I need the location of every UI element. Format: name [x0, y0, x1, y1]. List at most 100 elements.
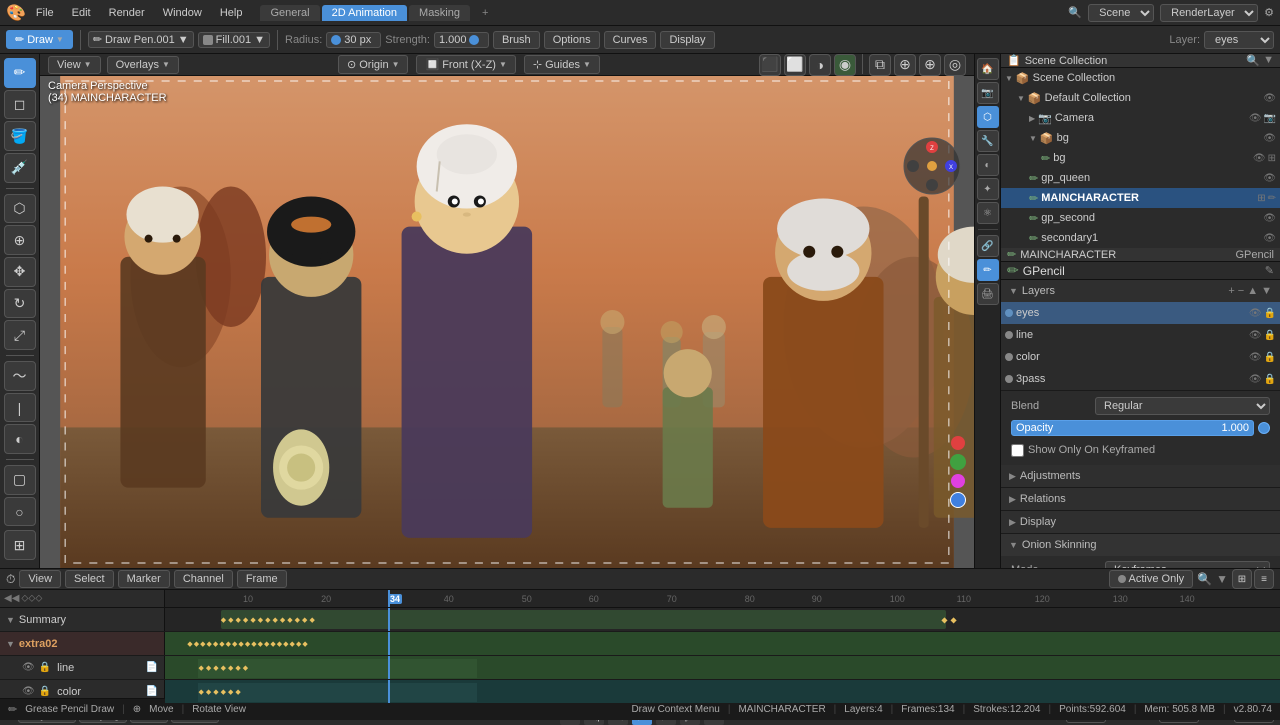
bg-vis-icon[interactable]: 👁 — [1263, 133, 1276, 144]
material-btn[interactable]: ◐ — [977, 154, 999, 176]
layer-remove-icon[interactable]: − — [1238, 285, 1244, 297]
outliner-maincharacter[interactable]: ✏ MAINCHARACTER ⊞ ✏ — [1001, 188, 1280, 208]
queen-vis-icon[interactable]: 👁 — [1263, 173, 1276, 184]
brush-btn[interactable]: Brush — [493, 31, 540, 49]
layer-add-icon[interactable]: + — [1228, 285, 1234, 297]
3pass-lock-icon[interactable]: 🔒 — [1264, 374, 1276, 385]
onion-header[interactable]: ▼ Onion Skinning — [1001, 534, 1280, 556]
view-axis-btn[interactable]: 🔲 Front (X-Z) ▼ — [416, 55, 515, 74]
layer-line[interactable]: line 👁 🔒 — [1001, 324, 1280, 346]
layer-3pass[interactable]: 3pass 👁 🔒 — [1001, 368, 1280, 390]
layer-selector[interactable]: eyes — [1204, 31, 1274, 49]
bg-sub-extra[interactable]: ⊞ — [1268, 153, 1276, 164]
constraints-btn[interactable]: 🔗 — [977, 235, 999, 257]
relations-header[interactable]: ▶ Relations — [1001, 488, 1280, 510]
outliner-default-collection[interactable]: ▼ 📦 Default Collection 👁 — [1001, 88, 1280, 108]
color-vis-icon[interactable]: 👁 — [22, 686, 35, 697]
scale-btn[interactable]: ⤢ — [4, 320, 36, 350]
extra02-content[interactable]: ◆◆◆◆◆◆◆◆◆◆◆◆◆◆◆◆◆◆◆ — [165, 632, 1280, 655]
pen-selector[interactable]: ✏ Draw Pen.001 ▼ — [88, 31, 194, 48]
object-data-btn[interactable]: ✏ — [977, 259, 999, 281]
output-btn[interactable]: 🖨 — [977, 283, 999, 305]
outliner-gp-second[interactable]: ✏ gp_second 👁 — [1001, 208, 1280, 228]
outliner-secondary1[interactable]: ✏ secondary1 👁 — [1001, 228, 1280, 248]
tl-view-icon2[interactable]: ≡ — [1254, 569, 1274, 589]
color-vis-icon[interactable]: 👁 — [1249, 352, 1262, 363]
layer-move-up-icon[interactable]: ▲ — [1247, 285, 1258, 297]
outliner-bg-sub[interactable]: ✏ bg 👁 ⊞ — [1001, 148, 1280, 168]
particles-btn[interactable]: ✦ — [977, 178, 999, 200]
curves-btn[interactable]: Curves — [604, 31, 657, 49]
proportional-toggle[interactable]: ◎ — [944, 54, 966, 76]
color-dot-green[interactable] — [950, 454, 966, 470]
summary-expand-icon[interactable]: ▼ — [6, 615, 15, 625]
timeline-frame-btn[interactable]: Frame — [237, 570, 287, 588]
active-only-btn[interactable]: Active Only — [1109, 570, 1194, 588]
second-vis-icon[interactable]: 👁 — [1263, 213, 1276, 224]
ruler-marks-area[interactable]: 10 20 34 40 50 60 70 80 90 100 110 120 1… — [165, 590, 1280, 607]
eye-vis-icon[interactable]: 👁 — [1249, 308, 1262, 319]
color-dot-blue[interactable] — [950, 492, 966, 508]
line-vis-icon[interactable]: 👁 — [22, 662, 35, 673]
overlay-toggle[interactable]: ⧉ — [869, 54, 891, 76]
menu-file[interactable]: File — [28, 5, 62, 21]
outliner-search-icon[interactable]: 🔍 — [1246, 54, 1260, 67]
opacity-keyframe-btn[interactable] — [1258, 422, 1270, 434]
erase-tool-btn[interactable]: ◻ — [4, 90, 36, 120]
viewport-canvas[interactable]: Camera Perspective (34) MAINCHARACTER Z … — [40, 76, 974, 568]
summary-content[interactable]: ◆◆◆◆◆◆◆◆◆◆◆◆◆ ◆ ◆ — [165, 608, 1280, 631]
display-btn[interactable]: Display — [660, 31, 714, 49]
eye-lock-icon[interactable]: 🔒 — [1264, 308, 1276, 319]
overlays-btn[interactable]: Overlays ▼ — [107, 56, 179, 74]
color-lock-icon[interactable]: 🔒 — [1264, 352, 1276, 363]
shading-solid-btn[interactable]: ⬛ — [759, 54, 781, 76]
rotate-btn[interactable]: ↻ — [4, 289, 36, 319]
draw-tool-btn[interactable]: ✏ — [4, 58, 36, 88]
timeline-view-btn[interactable]: View — [19, 570, 61, 588]
render-layer-selector[interactable]: RenderLayer — [1160, 4, 1258, 22]
menu-edit[interactable]: Edit — [64, 5, 99, 21]
color-dot-red[interactable] — [951, 436, 965, 450]
gpencil-section-edit[interactable]: ✎ — [1265, 264, 1274, 277]
physics-btn[interactable]: ⚛ — [977, 202, 999, 224]
gizmo-toggle[interactable]: ⊕ — [894, 54, 916, 76]
origin-btn[interactable]: ⊙ Origin ▼ — [338, 55, 408, 74]
menu-render[interactable]: Render — [101, 5, 153, 21]
view-menu-btn[interactable]: View ▼ — [48, 56, 101, 74]
nav-gizmo[interactable]: Z X — [902, 136, 962, 196]
outliner-scene-collection[interactable]: ▼ 📦 Scene Collection — [1001, 68, 1280, 88]
draw-mode-btn[interactable]: ✏ Draw ▼ — [6, 30, 73, 49]
bg-sub-vis[interactable]: 👁 — [1253, 153, 1266, 164]
modifiers-btn[interactable]: 🔧 — [977, 130, 999, 152]
opacity-field[interactable]: Opacity 1.000 — [1011, 420, 1254, 436]
mode-selector[interactable]: Keyframes — [1105, 561, 1270, 568]
tab-2d-animation[interactable]: 2D Animation — [322, 5, 407, 21]
shading-render-btn[interactable]: ◑ — [809, 54, 831, 76]
camera-render-icon[interactable]: 📷 — [1264, 113, 1276, 124]
outliner-camera[interactable]: ▶ 📷 Camera 👁 📷 — [1001, 108, 1280, 128]
layer-color[interactable]: color 👁 🔒 — [1001, 346, 1280, 368]
timeline-filter-icon[interactable]: ▼ — [1216, 572, 1228, 586]
options-btn[interactable]: Options — [544, 31, 600, 49]
shading-mat-btn[interactable]: ⬜ — [784, 54, 806, 76]
cursor-btn[interactable]: ⊕ — [4, 225, 36, 255]
color-dot-pink[interactable] — [951, 474, 965, 488]
timeline-select-btn[interactable]: Select — [65, 570, 114, 588]
fill-tool-btn[interactable]: 🪣 — [4, 121, 36, 151]
rect-btn[interactable]: ▢ — [4, 465, 36, 495]
adjustments-header[interactable]: ▶ Adjustments — [1001, 465, 1280, 487]
outliner-filter-icon[interactable]: ▼ — [1263, 54, 1274, 67]
color-lock-icon[interactable]: 🔒 — [39, 686, 51, 697]
strength-btn[interactable]: ◐ — [4, 424, 36, 454]
layer-move-down-icon[interactable]: ▼ — [1261, 285, 1272, 297]
show-keyframed-checkbox[interactable] — [1011, 444, 1024, 457]
mainchar-vis-icon[interactable]: ⊞ — [1257, 193, 1265, 204]
line-content[interactable]: ◆◆◆◆◆◆◆ — [165, 656, 1280, 679]
sec1-vis-icon[interactable]: 👁 — [1263, 233, 1276, 244]
guides-btn[interactable]: ⊹ Guides ▼ — [524, 55, 600, 74]
layers-header[interactable]: ▼ Layers + − ▲ ▼ — [1001, 280, 1280, 302]
radius-input[interactable]: 30 px — [326, 32, 381, 48]
tl-view-icon1[interactable]: ⊞ — [1232, 569, 1252, 589]
menu-window[interactable]: Window — [155, 5, 210, 21]
outliner-bg-group[interactable]: ▼ 📦 bg 👁 — [1001, 128, 1280, 148]
